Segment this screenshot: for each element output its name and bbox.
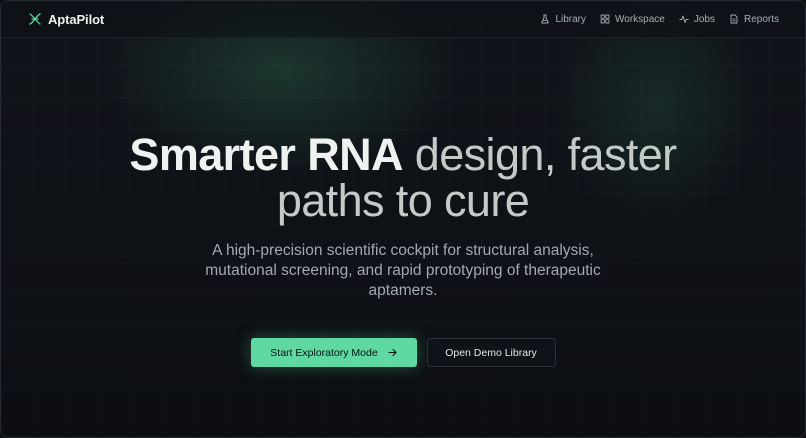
nav-links: Library Workspace Jobs Reports <box>540 14 779 25</box>
dna-logo-icon <box>29 13 41 25</box>
app-window: AptaPilot Library Workspace Jobs Reports… <box>0 0 806 438</box>
open-demo-library-button[interactable]: Open Demo Library <box>426 338 556 367</box>
nav-link-label: Jobs <box>693 13 715 25</box>
primary-cta-label: Start Exploratory Mode <box>270 346 378 359</box>
nav-link-label: Reports <box>743 13 779 25</box>
file-icon <box>730 14 738 24</box>
nav-link-label: Library <box>555 13 587 25</box>
nav-link-library[interactable]: Library <box>540 14 586 25</box>
flask-icon <box>541 14 550 24</box>
activity-icon <box>679 15 689 23</box>
cta-group: Start Exploratory Mode Open Demo Library <box>1 338 805 367</box>
brand-name: AptaPilot <box>48 11 105 27</box>
nav-link-workspace[interactable]: Workspace <box>600 14 665 25</box>
top-navbar: AptaPilot Library Workspace Jobs Reports <box>1 1 805 38</box>
arrow-right-icon <box>388 348 397 357</box>
headline-rest-1: design, faster <box>402 129 677 180</box>
nav-link-jobs[interactable]: Jobs <box>679 14 715 25</box>
start-exploratory-mode-button[interactable]: Start Exploratory Mode <box>250 338 417 367</box>
hero-subtitle: A high-precision scientific cockpit for … <box>205 242 601 299</box>
headline-rest-2: paths to cure <box>276 175 530 226</box>
nav-link-reports[interactable]: Reports <box>729 14 779 25</box>
nav-link-label: Workspace <box>615 13 665 25</box>
secondary-cta-label: Open Demo Library <box>445 346 537 359</box>
hero-headline: Smarter RNA design, faster paths to cure <box>1 132 805 224</box>
headline-strong: Smarter RNA <box>129 129 403 180</box>
hero-section: Smarter RNA design, faster paths to cure… <box>1 132 805 301</box>
brand[interactable]: AptaPilot <box>28 12 104 27</box>
grid-icon <box>600 14 610 24</box>
